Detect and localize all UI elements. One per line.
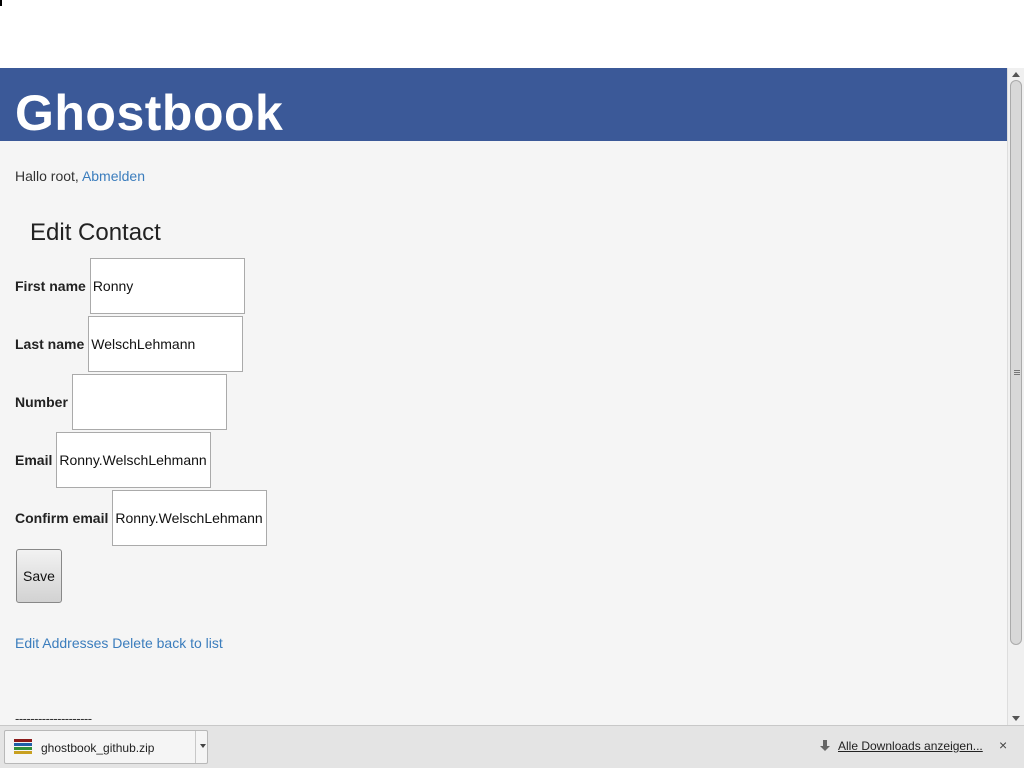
confirm-email-field[interactable] <box>112 490 268 546</box>
browser-top-area <box>0 0 1024 68</box>
greeting-text: Hallo root, <box>15 168 82 184</box>
page-viewport: Ghostbook Hallo root, Abmelden Edit Cont… <box>0 68 1007 725</box>
download-bar: ghostbook_github.zip Alle Downloads anze… <box>0 725 1024 768</box>
last-name-label: Last name <box>15 336 85 352</box>
scroll-down-icon[interactable] <box>1012 716 1020 721</box>
email-label: Email <box>15 452 53 468</box>
last-name-field[interactable] <box>88 316 244 372</box>
save-button[interactable]: Save <box>16 549 62 603</box>
scrollbar-thumb[interactable] <box>1010 80 1022 645</box>
action-links: Edit Addresses Delete back to list <box>15 635 223 651</box>
site-title: Ghostbook <box>15 85 284 141</box>
chevron-down-icon[interactable] <box>200 744 206 748</box>
scroll-up-icon[interactable] <box>1012 72 1020 77</box>
last-name-row: Last name <box>15 316 244 372</box>
number-row: Number <box>15 374 227 430</box>
download-item[interactable]: ghostbook_github.zip <box>4 730 208 764</box>
number-label: Number <box>15 394 68 410</box>
delete-link[interactable]: Delete <box>112 635 152 651</box>
back-to-list-link[interactable]: back to list <box>157 635 223 651</box>
download-arrow-icon <box>820 740 830 752</box>
footer-separator: -------------------- <box>15 711 92 725</box>
first-name-row: First name <box>15 258 245 314</box>
divider <box>195 731 196 763</box>
confirm-email-label: Confirm email <box>15 510 109 526</box>
close-icon[interactable]: × <box>999 737 1007 753</box>
email-row: Email <box>15 432 212 488</box>
text-cursor-icon <box>0 0 2 6</box>
show-all-downloads-link[interactable]: Alle Downloads anzeigen... <box>820 739 983 753</box>
site-header: Ghostbook <box>0 68 1007 141</box>
confirm-email-row: Confirm email <box>15 490 268 546</box>
edit-addresses-link[interactable]: Edit Addresses <box>15 635 108 651</box>
grip-icon <box>1014 370 1020 371</box>
page-title: Edit Contact <box>30 219 161 246</box>
email-field[interactable] <box>56 432 212 488</box>
first-name-label: First name <box>15 278 86 294</box>
archive-icon <box>14 739 32 756</box>
logout-link[interactable]: Abmelden <box>82 168 145 184</box>
download-file-name: ghostbook_github.zip <box>41 741 155 755</box>
first-name-field[interactable] <box>89 258 245 314</box>
vertical-scrollbar[interactable] <box>1007 68 1024 725</box>
number-field[interactable] <box>71 374 227 430</box>
show-all-label: Alle Downloads anzeigen... <box>838 739 983 753</box>
greeting: Hallo root, Abmelden <box>15 168 145 184</box>
